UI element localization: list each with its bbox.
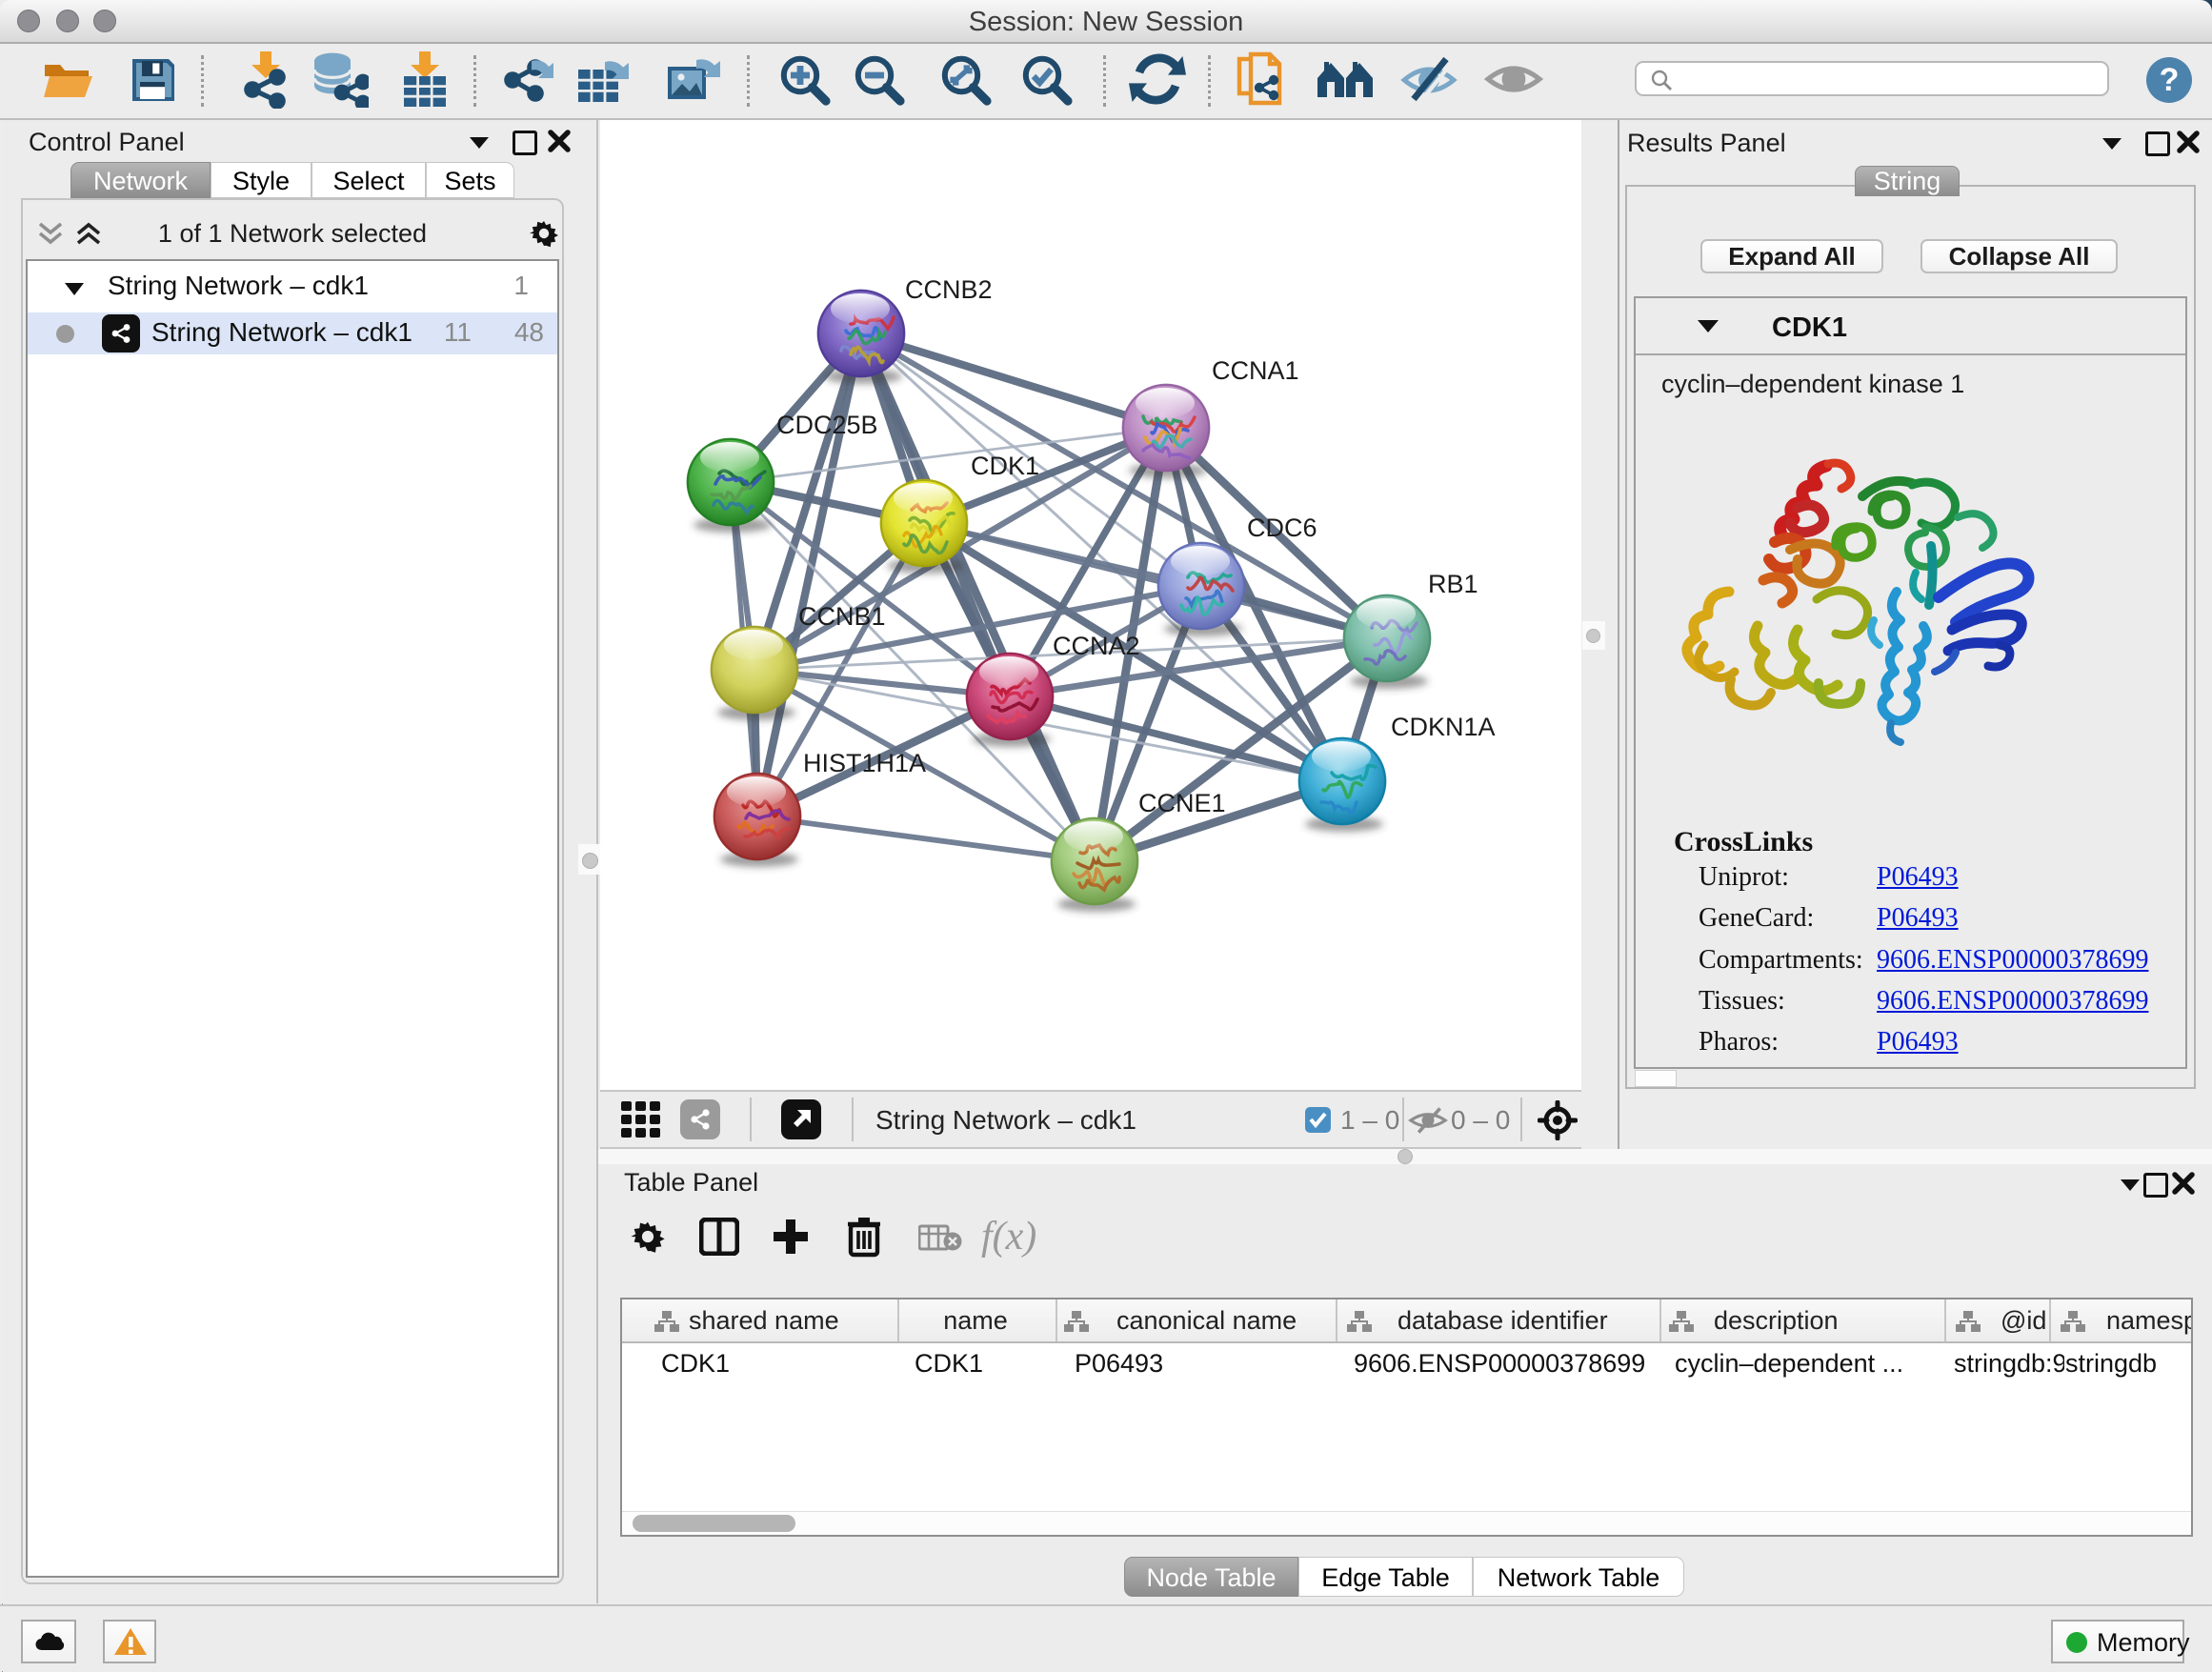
svg-text:CDKN1A: CDKN1A [1391, 713, 1496, 741]
svg-text:CCNE1: CCNE1 [1138, 789, 1226, 817]
svg-text:HIST1H1A: HIST1H1A [803, 749, 926, 777]
svg-text:CDC6: CDC6 [1247, 514, 1317, 542]
svg-text:RB1: RB1 [1428, 570, 1478, 598]
svg-text:CDC25B: CDC25B [776, 411, 878, 439]
svg-text:CCNA2: CCNA2 [1053, 632, 1140, 660]
svg-text:CDK1: CDK1 [971, 452, 1039, 480]
svg-text:CCNA1: CCNA1 [1212, 356, 1299, 385]
svg-text:CCNB2: CCNB2 [905, 275, 993, 304]
svg-text:CCNB1: CCNB1 [798, 602, 886, 631]
